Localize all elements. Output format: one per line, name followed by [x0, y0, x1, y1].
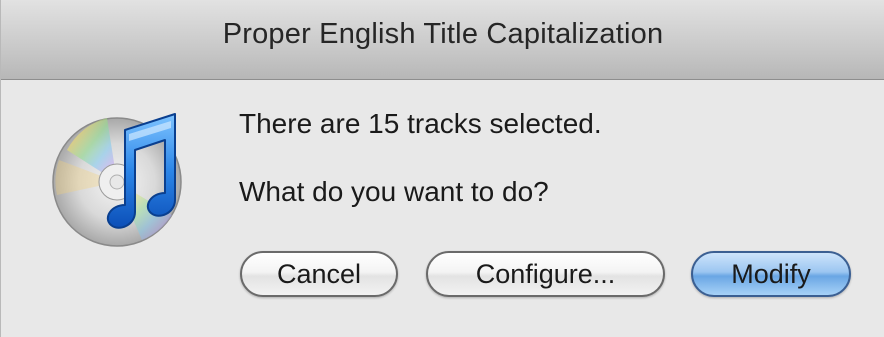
question-message: What do you want to do?	[239, 176, 549, 207]
dialog-content: There are 15 tracks selected. What do yo…	[1, 80, 884, 337]
modify-button[interactable]: Modify	[691, 251, 851, 297]
title-bar[interactable]: Proper English Title Capitalization	[1, 0, 884, 80]
configure-button[interactable]: Configure...	[426, 251, 665, 297]
dialog-window: Proper English Title Capitalization Ther…	[0, 0, 884, 337]
cancel-button[interactable]: Cancel	[240, 251, 398, 297]
tracks-selected-message: There are 15 tracks selected.	[239, 108, 602, 139]
dialog-title: Proper English Title Capitalization	[222, 18, 664, 50]
itunes-icon	[52, 113, 182, 247]
